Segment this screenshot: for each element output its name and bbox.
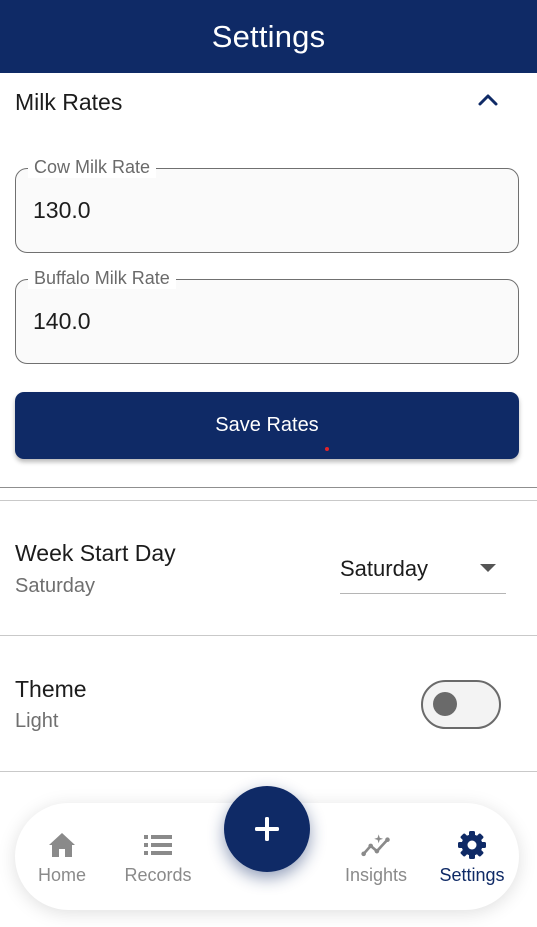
row-divider	[0, 771, 537, 772]
add-record-button[interactable]	[224, 786, 310, 872]
theme-title: Theme	[15, 676, 87, 702]
gear-icon	[457, 830, 487, 860]
theme-toggle[interactable]	[421, 680, 501, 729]
section-divider	[0, 487, 537, 488]
plus-icon	[255, 817, 279, 841]
nav-records[interactable]: Records	[121, 803, 195, 910]
nav-insights[interactable]: Insights	[340, 803, 412, 910]
theme-subtitle: Light	[15, 710, 59, 732]
week-start-dropdown[interactable]: Saturday	[340, 548, 506, 594]
toggle-knob	[433, 692, 457, 716]
section-divider	[0, 500, 537, 501]
page-title: Settings	[211, 18, 326, 54]
nav-records-label: Records	[124, 865, 192, 885]
nav-settings-label: Settings	[439, 865, 505, 885]
buffalo-milk-rate-field[interactable]: Buffalo Milk Rate 140.0	[15, 268, 519, 364]
nav-home-label: Home	[37, 865, 86, 885]
insights-icon	[361, 830, 391, 860]
dropdown-arrow-icon	[480, 564, 496, 572]
row-divider	[0, 635, 537, 636]
milk-rates-header[interactable]: Milk Rates	[0, 73, 537, 129]
buffalo-milk-rate-value[interactable]: 140.0	[33, 308, 91, 335]
week-start-selected: Saturday	[340, 556, 429, 581]
chevron-up-icon[interactable]	[474, 86, 502, 114]
cow-milk-rate-value[interactable]: 130.0	[33, 197, 91, 224]
milk-rates-title: Milk Rates	[15, 89, 123, 115]
nav-settings[interactable]: Settings	[435, 803, 509, 910]
app-bar: Settings	[0, 0, 537, 73]
week-start-title: Week Start Day	[15, 540, 176, 566]
buffalo-milk-rate-label: Buffalo Milk Rate	[28, 268, 176, 289]
nav-home[interactable]: Home	[32, 803, 92, 910]
week-start-subtitle: Saturday	[15, 575, 96, 597]
save-rates-button[interactable]: Save Rates	[15, 392, 519, 459]
ripple-dot	[325, 447, 329, 451]
home-icon	[47, 830, 77, 860]
list-icon	[143, 830, 173, 860]
cow-milk-rate-label: Cow Milk Rate	[28, 157, 157, 178]
cow-milk-rate-field[interactable]: Cow Milk Rate 130.0	[15, 157, 519, 253]
nav-insights-label: Insights	[344, 865, 408, 885]
save-rates-label: Save Rates	[215, 414, 319, 436]
